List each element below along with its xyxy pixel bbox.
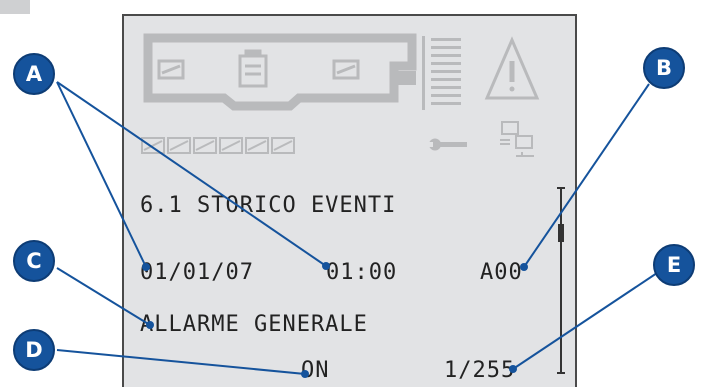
callout-line-a2	[56, 81, 327, 267]
callout-dot-e	[509, 365, 517, 373]
callout-dot-a2	[322, 262, 330, 270]
callout-line-c	[56, 267, 151, 326]
callout-line-d	[56, 349, 306, 375]
callout-dot-c	[146, 321, 154, 329]
callout-lines	[56, 81, 661, 378]
ups-display-diagram: 6.1 STORICO EVENTI 01/01/07 01:00 A00 AL…	[0, 0, 702, 387]
callout-badge-b: B	[643, 47, 685, 89]
callout-line-a1	[56, 81, 147, 268]
callout-line-b	[523, 83, 650, 268]
callout-badge-d: D	[13, 329, 55, 371]
callout-badge-c: C	[13, 240, 55, 282]
callout-badge-a: A	[13, 53, 55, 95]
callout-line-e	[512, 270, 661, 370]
callout-dot-a1	[142, 263, 150, 271]
callout-dot-d	[301, 370, 309, 378]
callout-dot-b	[520, 263, 528, 271]
callout-badge-e: E	[653, 244, 695, 286]
